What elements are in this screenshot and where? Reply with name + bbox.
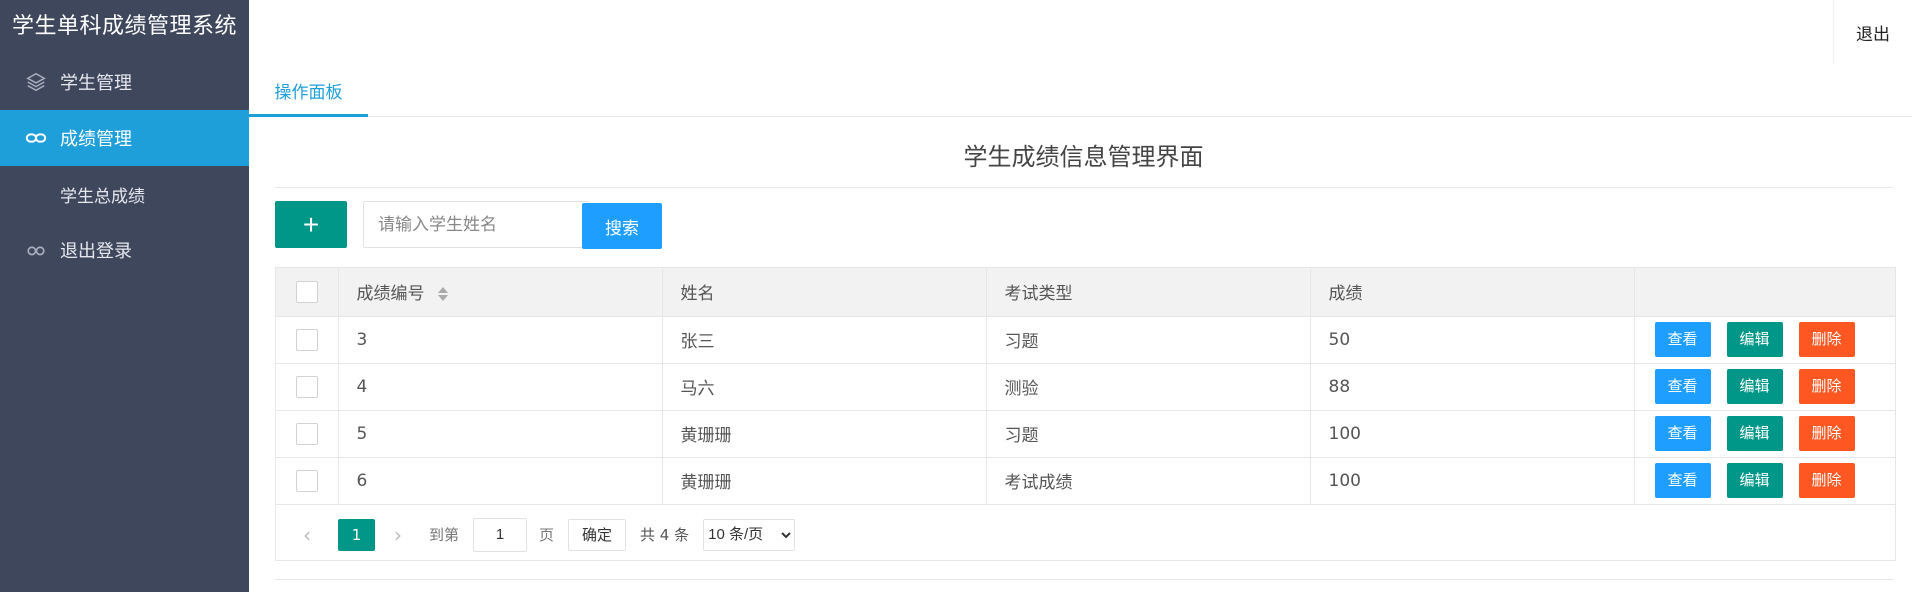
cell-actions: 查看 编辑 删除	[1634, 316, 1895, 364]
chevron-right-icon[interactable]: ›	[387, 523, 409, 547]
app-title: 学生单科成绩管理系统	[12, 14, 238, 39]
cell-name: 马六	[662, 363, 987, 411]
cell-id: 5	[338, 410, 663, 458]
cell-actions: 查看 编辑 删除	[1634, 363, 1895, 411]
table-row: 3 张三 习题 50 查看 编辑 删除	[276, 316, 1895, 364]
column-header-score: 成绩	[1310, 268, 1635, 317]
tab-operation-panel[interactable]: 操作面板	[249, 64, 368, 117]
page-number-current[interactable]: 1	[338, 518, 375, 551]
top-header: 退出	[249, 0, 1912, 65]
row-checkbox[interactable]	[295, 422, 318, 445]
cell-name: 黄珊珊	[662, 410, 987, 458]
edit-button[interactable]: 编辑	[1726, 322, 1783, 357]
select-all-cell	[276, 268, 339, 317]
row-checkbox-cell	[276, 410, 339, 458]
row-checkbox[interactable]	[295, 328, 318, 351]
cell-id: 6	[338, 457, 663, 505]
row-checkbox-cell	[276, 457, 339, 505]
page-size-select[interactable]: 10 条/页	[703, 518, 796, 551]
table-row: 5 黄珊珊 习题 100 查看 编辑 删除	[276, 410, 1895, 458]
total-count: 共 4 条	[640, 526, 690, 544]
cell-score: 100	[1310, 457, 1635, 505]
cell-name: 黄珊珊	[662, 457, 987, 505]
sidebar-item-total-score[interactable]: 学生总成绩	[0, 166, 249, 222]
tab-bar: 操作面板	[249, 64, 1912, 117]
table-row: 6 黄珊珊 考试成绩 100 查看 编辑 删除	[276, 457, 1895, 505]
search-input[interactable]	[363, 201, 589, 248]
row-checkbox[interactable]	[295, 469, 318, 492]
cell-score: 100	[1310, 410, 1635, 458]
row-checkbox-cell	[276, 363, 339, 411]
sidebar-item-label: 退出登录	[60, 241, 132, 262]
column-header-name: 姓名	[662, 268, 987, 317]
main-content: 学生成绩信息管理界面 + 搜索 成绩编号	[249, 117, 1912, 592]
page-unit-label: 页	[539, 526, 555, 544]
cell-type: 考试成绩	[986, 457, 1311, 505]
edit-button[interactable]: 编辑	[1726, 369, 1783, 404]
cell-score: 50	[1310, 316, 1635, 364]
view-button[interactable]: 查看	[1654, 416, 1711, 451]
column-header-actions	[1634, 268, 1895, 317]
sort-icon[interactable]	[437, 287, 448, 302]
pagination: ‹ 1 › 到第 页 确定 共 4 条 10 条/页	[276, 511, 1895, 558]
column-header-type: 考试类型	[986, 268, 1311, 317]
sidebar-item-logout[interactable]: 退出登录	[0, 222, 249, 278]
row-checkbox[interactable]	[295, 375, 318, 398]
goto-page-input[interactable]	[473, 517, 528, 552]
page-title: 学生成绩信息管理界面	[275, 137, 1892, 188]
delete-button[interactable]: 删除	[1798, 369, 1855, 404]
logout-button[interactable]: 退出	[1833, 0, 1912, 64]
add-button[interactable]: +	[275, 201, 347, 248]
toolbar: + 搜索	[275, 201, 875, 251]
cell-score: 88	[1310, 363, 1635, 411]
delete-button[interactable]: 删除	[1798, 416, 1855, 451]
cell-actions: 查看 编辑 删除	[1634, 410, 1895, 458]
sidebar-item-label: 学生管理	[60, 73, 132, 94]
cell-id: 3	[338, 316, 663, 364]
search-button[interactable]: 搜索	[582, 203, 662, 249]
view-button[interactable]: 查看	[1654, 322, 1711, 357]
table-header-row: 成绩编号 姓名 考试类型 成绩	[276, 268, 1895, 317]
cell-type: 测验	[986, 363, 1311, 411]
sidebar-item-score-management[interactable]: 成绩管理	[0, 110, 249, 166]
confirm-button[interactable]: 确定	[568, 518, 627, 551]
delete-button[interactable]: 删除	[1798, 463, 1855, 498]
select-all-checkbox[interactable]	[295, 280, 318, 303]
chevron-left-icon[interactable]: ‹	[296, 523, 318, 547]
sidebar-item-label: 学生总成绩	[60, 186, 145, 207]
view-button[interactable]: 查看	[1654, 369, 1711, 404]
sidebar: 学生单科成绩管理系统 学生管理 成绩管理 学生总成绩 退出登录	[0, 0, 249, 592]
cell-name: 张三	[662, 316, 987, 364]
table-row: 4 马六 测验 88 查看 编辑 删除	[276, 363, 1895, 411]
sidebar-item-student-management[interactable]: 学生管理	[0, 54, 249, 110]
infinity-icon	[24, 238, 48, 262]
layers-icon	[24, 70, 48, 94]
cell-actions: 查看 编辑 删除	[1634, 457, 1895, 505]
sidebar-item-label: 成绩管理	[60, 129, 132, 150]
score-table: 成绩编号 姓名 考试类型 成绩 3 张三 习题 50 查看 编辑 删除 4 马六…	[275, 267, 1896, 561]
edit-button[interactable]: 编辑	[1726, 463, 1783, 498]
cell-id: 4	[338, 363, 663, 411]
view-button[interactable]: 查看	[1654, 463, 1711, 498]
link-icon	[24, 126, 48, 150]
cell-type: 习题	[986, 410, 1311, 458]
delete-button[interactable]: 删除	[1798, 322, 1855, 357]
row-checkbox-cell	[276, 316, 339, 364]
cell-type: 习题	[986, 316, 1311, 364]
column-header-id[interactable]: 成绩编号	[338, 268, 663, 317]
divider	[275, 579, 1894, 580]
edit-button[interactable]: 编辑	[1726, 416, 1783, 451]
goto-label: 到第	[429, 526, 460, 544]
